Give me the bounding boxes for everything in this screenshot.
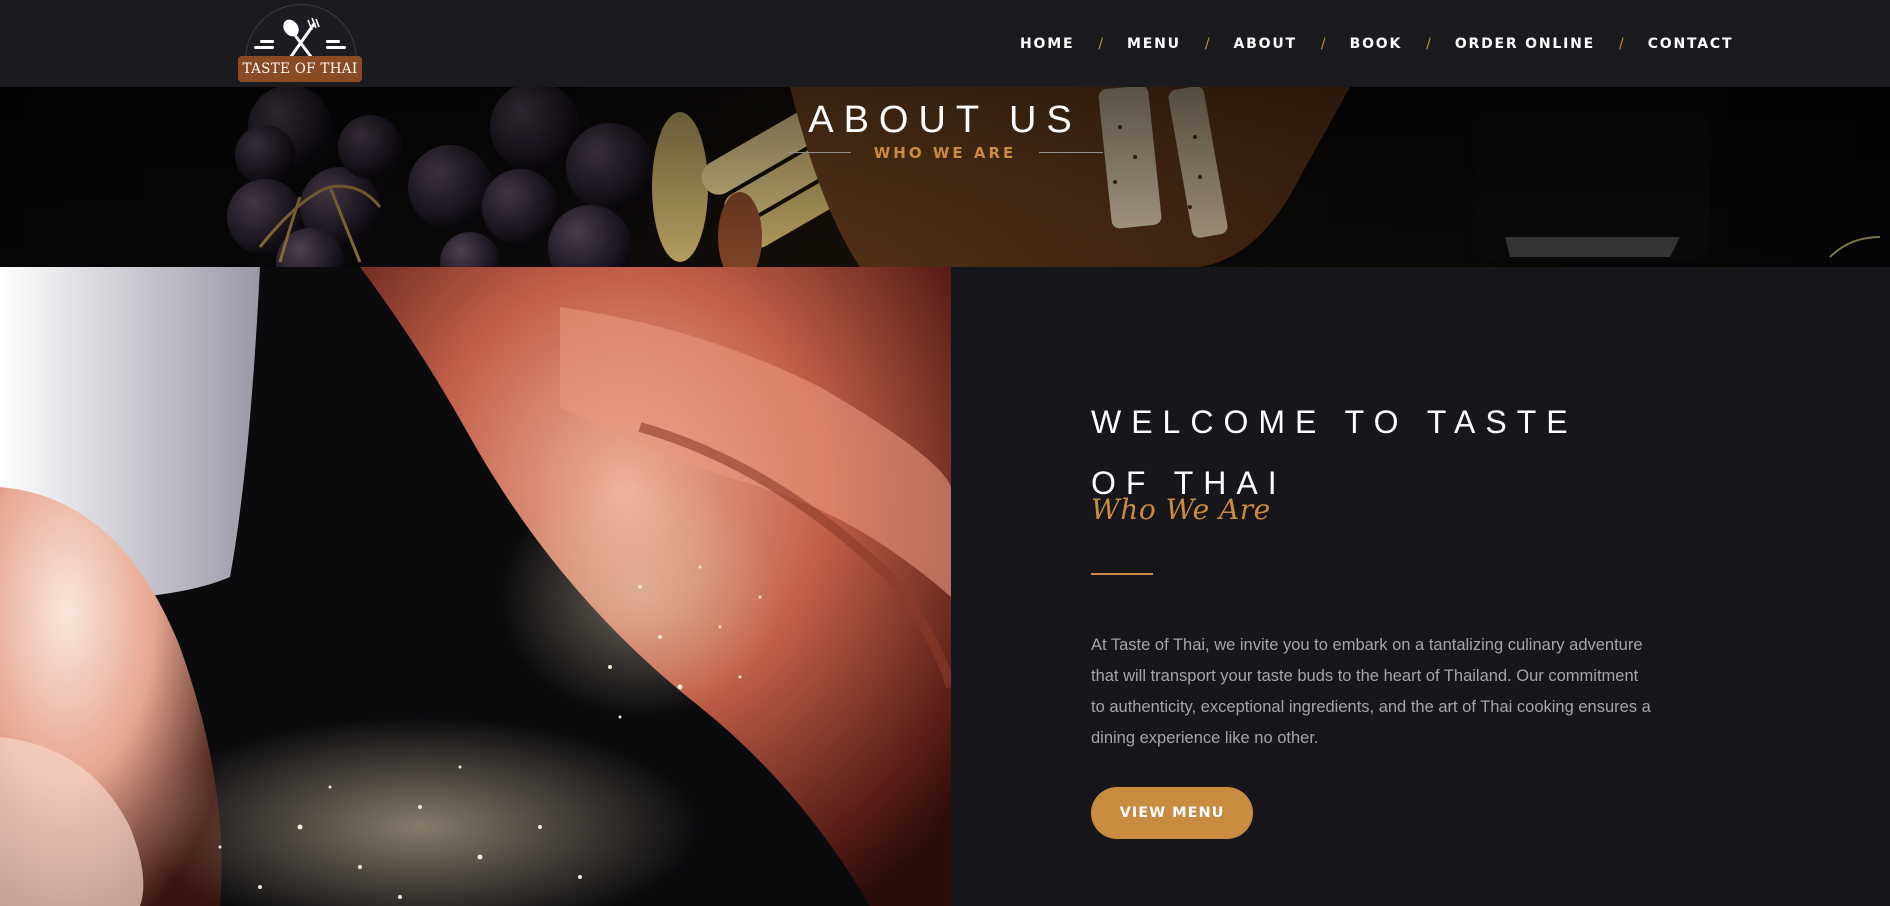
banner-subtitle: WHO WE ARE (873, 143, 1017, 162)
brand-logo[interactable]: TASTE OF THAI (236, 4, 364, 84)
nav-book[interactable]: BOOK (1350, 36, 1403, 52)
main-nav: HOME / MENU / ABOUT / BOOK / ORDER ONLIN… (980, 0, 1890, 87)
accent-divider (1091, 573, 1153, 575)
divider-line (786, 152, 851, 153)
spoon-fork-icon (254, 18, 346, 60)
site-header: TASTE OF THAI HOME / MENU / ABOUT / BOOK… (0, 0, 1890, 87)
nav-separator: / (1426, 35, 1431, 52)
hands-flour-photo (0, 267, 951, 906)
nav-separator: / (1619, 35, 1624, 52)
nav-separator: / (1204, 35, 1210, 52)
nav-separator: / (1320, 35, 1326, 52)
hands-image (0, 267, 951, 906)
about-section: WELCOME TO TASTE OF THAI Who We Are At T… (951, 267, 1890, 906)
banner-subtitle-row: WHO WE ARE (0, 142, 1890, 162)
brand-name: TASTE OF THAI (238, 56, 362, 82)
view-menu-button[interactable]: VIEW MENU (1091, 787, 1253, 839)
nav-order-online[interactable]: ORDER ONLINE (1455, 36, 1595, 52)
banner-title: ABOUT US (808, 99, 1082, 141)
nav-separator: / (1098, 35, 1104, 52)
divider-line (1039, 152, 1104, 153)
section-script-subtitle: Who We Are (1091, 493, 1271, 526)
about-paragraph: At Taste of Thai, we invite you to embar… (1091, 635, 1651, 747)
nav-about[interactable]: ABOUT (1234, 36, 1297, 52)
nav-home[interactable]: HOME (1020, 36, 1074, 52)
page-banner: ABOUT US WHO WE ARE (0, 87, 1890, 267)
nav-contact[interactable]: CONTACT (1648, 36, 1734, 52)
nav-menu[interactable]: MENU (1127, 36, 1181, 52)
